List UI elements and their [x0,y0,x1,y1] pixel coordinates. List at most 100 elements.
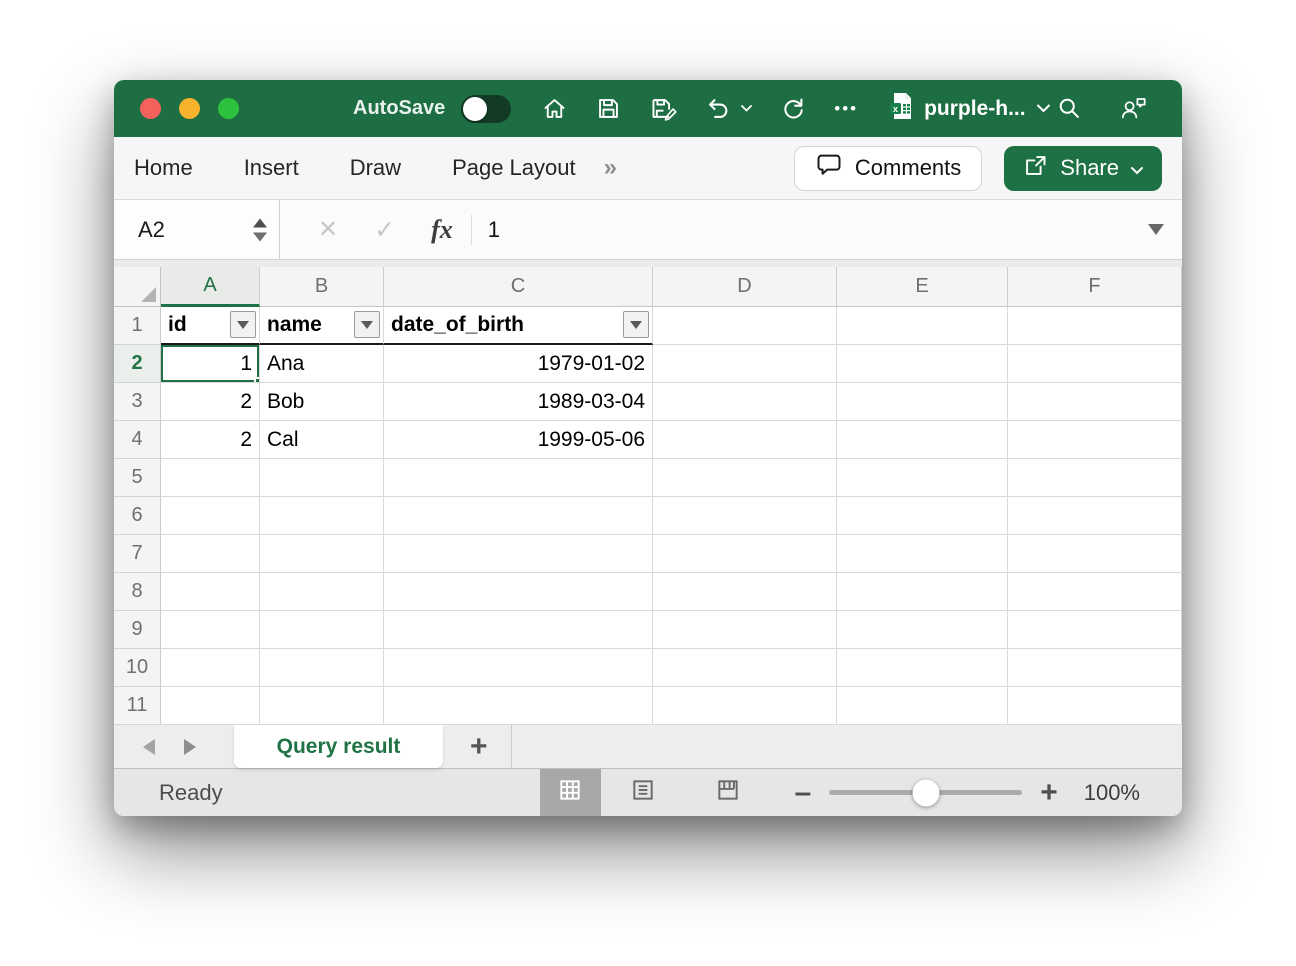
cell-D3[interactable] [653,383,837,421]
cell-A9[interactable] [161,611,260,649]
cell-C9[interactable] [384,611,653,649]
cell-C3[interactable]: 1989-03-04 [384,383,653,421]
cell-C4[interactable]: 1999-05-06 [384,421,653,459]
cell-E2[interactable] [837,345,1008,383]
cell-A4[interactable]: 2 [161,421,260,459]
cell-B11[interactable] [260,687,384,725]
cell-D6[interactable] [653,497,837,535]
cell-B9[interactable] [260,611,384,649]
cell-B6[interactable] [260,497,384,535]
cell-E6[interactable] [837,497,1008,535]
cell-D5[interactable] [653,459,837,497]
cell-A3[interactable]: 2 [161,383,260,421]
cell-B7[interactable] [260,535,384,573]
save-as-button[interactable] [649,95,678,122]
name-box-spinner[interactable] [253,218,267,241]
cell-B4[interactable]: Cal [260,421,384,459]
cell-E1[interactable] [837,307,1008,345]
column-header-C[interactable]: C [384,267,653,307]
zoom-in-button[interactable]: + [1040,778,1058,808]
row-header-7[interactable]: 7 [114,535,161,573]
autosave-toggle[interactable] [461,95,511,123]
cell-D1[interactable] [653,307,837,345]
cell-F7[interactable] [1008,535,1182,573]
cell-D7[interactable] [653,535,837,573]
cell-E8[interactable] [837,573,1008,611]
sheet-tab-query-result[interactable]: Query result [234,725,443,768]
comments-button[interactable]: Comments [794,146,982,191]
cell-A5[interactable] [161,459,260,497]
cell-D8[interactable] [653,573,837,611]
cell-B8[interactable] [260,573,384,611]
cancel-entry-icon[interactable]: ✕ [318,215,338,244]
zoom-slider-knob[interactable] [912,779,939,806]
cell-F10[interactable] [1008,649,1182,687]
name-box[interactable]: A2 [114,200,280,259]
row-header-3[interactable]: 3 [114,383,161,421]
cell-A6[interactable] [161,497,260,535]
cell-F6[interactable] [1008,497,1182,535]
column-header-E[interactable]: E [837,267,1008,307]
cell-C1[interactable]: date_of_birth [384,307,653,345]
cell-E9[interactable] [837,611,1008,649]
more-commands-button[interactable]: ••• [834,100,858,117]
row-header-11[interactable]: 11 [114,687,161,725]
zoom-out-button[interactable]: – [795,778,812,808]
cell-D10[interactable] [653,649,837,687]
row-header-1[interactable]: 1 [114,307,161,345]
minimize-window-button[interactable] [179,98,200,119]
cell-B5[interactable] [260,459,384,497]
document-title-menu[interactable]: x purple-h... [888,91,1051,126]
cell-A2-selected[interactable]: 1 [161,345,260,383]
tab-home[interactable]: Home [134,155,193,181]
previous-sheet-icon[interactable] [143,739,155,755]
tab-insert[interactable]: Insert [244,155,299,181]
cell-B1[interactable]: name [260,307,384,345]
cell-F8[interactable] [1008,573,1182,611]
cell-D11[interactable] [653,687,837,725]
cell-A10[interactable] [161,649,260,687]
expand-formula-bar-icon[interactable] [1148,224,1164,235]
cell-D4[interactable] [653,421,837,459]
cell-E7[interactable] [837,535,1008,573]
cell-F1[interactable] [1008,307,1182,345]
cell-D2[interactable] [653,345,837,383]
next-sheet-icon[interactable] [184,739,196,755]
select-all-corner[interactable] [114,267,161,307]
cell-B2[interactable]: Ana [260,345,384,383]
search-button[interactable] [1056,95,1083,122]
cell-B10[interactable] [260,649,384,687]
column-header-D[interactable]: D [653,267,837,307]
cell-E11[interactable] [837,687,1008,725]
cell-B3[interactable]: Bob [260,383,384,421]
column-header-A[interactable]: A [161,267,260,307]
confirm-entry-icon[interactable]: ✓ [374,215,395,245]
share-button[interactable]: Share [1004,146,1162,191]
row-header-4[interactable]: 4 [114,421,161,459]
save-button[interactable] [595,95,622,122]
zoom-slider[interactable] [829,790,1022,795]
tab-draw[interactable]: Draw [350,155,401,181]
cell-C10[interactable] [384,649,653,687]
add-sheet-button[interactable]: + [470,732,488,762]
cell-A1[interactable]: id [161,307,260,345]
home-button[interactable] [541,95,568,122]
cell-A7[interactable] [161,535,260,573]
row-header-10[interactable]: 10 [114,649,161,687]
column-header-B[interactable]: B [260,267,384,307]
filter-button-name[interactable] [354,311,380,338]
formula-input[interactable]: 1 [488,200,1148,259]
filter-button-id[interactable] [230,311,256,338]
insert-function-icon[interactable]: fx [431,215,453,245]
cell-C6[interactable] [384,497,653,535]
cell-E10[interactable] [837,649,1008,687]
cell-A11[interactable] [161,687,260,725]
cell-E4[interactable] [837,421,1008,459]
cell-D9[interactable] [653,611,837,649]
cell-C11[interactable] [384,687,653,725]
cell-F5[interactable] [1008,459,1182,497]
cell-F11[interactable] [1008,687,1182,725]
ribbon-overflow-button[interactable]: » [604,154,617,182]
fill-handle[interactable] [254,377,260,383]
row-header-9[interactable]: 9 [114,611,161,649]
